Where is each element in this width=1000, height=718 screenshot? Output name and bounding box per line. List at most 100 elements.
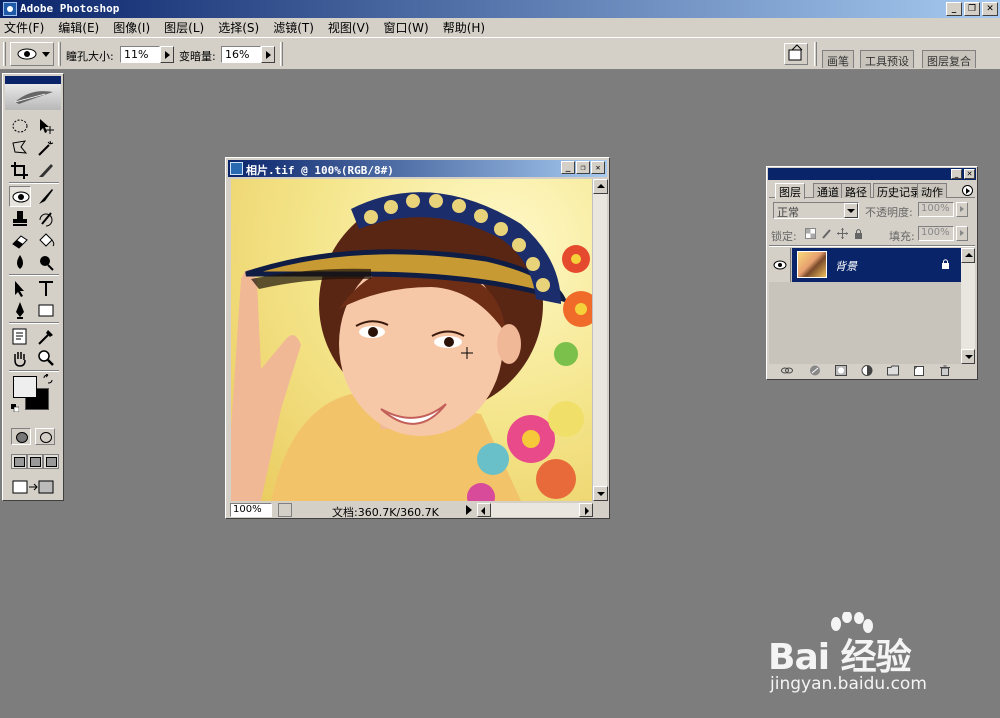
lock-image-icon[interactable] (821, 228, 832, 239)
burn-icon[interactable] (35, 252, 57, 273)
fill-field[interactable]: 100% (918, 226, 954, 241)
pupil-size-slider-button[interactable] (160, 46, 174, 63)
well-tab-brushes[interactable]: 画笔 (822, 50, 854, 68)
scroll-right-button[interactable] (579, 503, 593, 517)
status-info-icon[interactable] (278, 503, 292, 517)
layer-style-icon[interactable] (809, 365, 821, 376)
tab-layers[interactable]: 图层 (775, 183, 805, 199)
trash-icon[interactable] (939, 365, 951, 376)
lock-position-icon[interactable] (837, 228, 848, 239)
pupil-size-field[interactable]: 11% (120, 46, 160, 63)
opacity-field[interactable]: 100% (918, 202, 954, 217)
menu-edit[interactable]: 编辑(E) (58, 19, 99, 36)
jump-to-imageready-button[interactable] (11, 478, 55, 496)
lock-all-icon[interactable] (853, 228, 864, 239)
menu-help[interactable]: 帮助(H) (443, 19, 485, 36)
tab-channels[interactable]: 通道 (813, 183, 843, 199)
rectangle-icon[interactable] (35, 300, 57, 321)
crop-icon[interactable] (9, 160, 31, 181)
full-screen-mode-button[interactable] (43, 454, 59, 469)
eyedropper-icon[interactable] (35, 326, 57, 347)
menu-view[interactable]: 视图(V) (328, 19, 370, 36)
image-canvas[interactable] (231, 179, 592, 501)
tab-paths[interactable]: 路径 (841, 183, 871, 199)
history-brush-icon[interactable] (35, 208, 57, 229)
layer-mask-icon[interactable] (835, 365, 847, 376)
path-selection-icon[interactable] (9, 278, 31, 299)
adjustment-layer-icon[interactable] (861, 365, 873, 376)
eraser-icon[interactable] (9, 230, 31, 251)
layer-name[interactable]: 背景 (835, 258, 857, 274)
status-menu-arrow-icon[interactable] (466, 505, 472, 515)
doc-close-button[interactable]: ✕ (591, 161, 605, 174)
default-colors-icon[interactable] (11, 404, 19, 412)
palette-minimize-button[interactable]: _ (951, 169, 962, 179)
photoshop-feather-logo[interactable] (5, 84, 61, 110)
zoom-level-field[interactable]: 100% (230, 503, 272, 517)
doc-minimize-button[interactable]: _ (561, 161, 575, 174)
notes-icon[interactable] (9, 326, 31, 347)
menu-filter[interactable]: 滤镜(T) (273, 19, 314, 36)
clone-stamp-icon[interactable] (9, 208, 31, 229)
well-tab-layer-comps[interactable]: 图层复合 (922, 50, 976, 68)
layers-scrollbar[interactable] (961, 248, 975, 364)
layers-scroll-down-button[interactable] (961, 349, 975, 364)
foreground-color-swatch[interactable] (13, 376, 37, 398)
hand-icon[interactable] (9, 348, 31, 369)
close-button[interactable]: ✕ (982, 2, 998, 16)
fill-slider-button[interactable] (956, 226, 968, 241)
vertical-scrollbar[interactable] (592, 179, 608, 501)
menu-layer[interactable]: 图层(L) (164, 19, 204, 36)
options-grip[interactable] (3, 42, 6, 66)
palette-close-button[interactable]: ✕ (964, 169, 975, 179)
magic-wand-icon[interactable] (35, 138, 57, 159)
well-tab-tool-presets[interactable]: 工具预设 (860, 50, 914, 68)
document-statusbar: 100% 文档:360.7K/360.7K (228, 502, 607, 519)
menu-file[interactable]: 文件(F) (4, 19, 44, 36)
paint-bucket-icon[interactable] (35, 230, 57, 251)
link-layers-icon[interactable] (781, 365, 793, 376)
standard-screen-mode-button[interactable] (11, 454, 27, 469)
minimize-button[interactable]: _ (946, 2, 962, 16)
blend-mode-select[interactable]: 正常 (773, 202, 859, 219)
swap-colors-icon[interactable] (43, 374, 53, 384)
full-screen-menu-mode-button[interactable] (27, 454, 43, 469)
scroll-up-button[interactable] (593, 179, 608, 194)
elliptical-marquee-icon[interactable] (9, 116, 31, 137)
darken-amount-field[interactable]: 16% (221, 46, 261, 63)
move-icon[interactable] (35, 116, 57, 137)
toolbox-header[interactable] (5, 76, 61, 84)
palette-well-icon[interactable] (784, 43, 808, 65)
pen-icon[interactable] (9, 300, 31, 321)
document-titlebar[interactable]: 相片.tif @ 100%(RGB/8#) _ ❐ ✕ (228, 160, 607, 177)
new-layer-icon[interactable] (913, 365, 925, 376)
menu-window[interactable]: 窗口(W) (383, 19, 428, 36)
layers-palette-titlebar[interactable]: _ ✕ (768, 168, 976, 180)
scroll-left-button[interactable] (477, 503, 491, 517)
tool-preset-picker[interactable] (10, 42, 54, 66)
darken-amount-slider-button[interactable] (261, 46, 275, 63)
opacity-slider-button[interactable] (956, 202, 968, 217)
slice-icon[interactable] (35, 160, 57, 181)
type-icon[interactable] (35, 278, 57, 299)
scroll-down-button[interactable] (593, 486, 608, 501)
layers-scroll-up-button[interactable] (961, 248, 975, 263)
zoom-icon[interactable] (35, 348, 57, 369)
brush-icon[interactable] (35, 186, 57, 207)
doc-maximize-button[interactable]: ❐ (576, 161, 590, 174)
quick-mask-mode-button[interactable] (35, 428, 55, 445)
blur-icon[interactable] (9, 252, 31, 273)
red-eye-icon[interactable] (9, 186, 31, 207)
layer-visibility-toggle[interactable] (769, 248, 791, 282)
menu-select[interactable]: 选择(S) (218, 19, 259, 36)
menu-image[interactable]: 图像(I) (113, 19, 150, 36)
lock-transparency-icon[interactable] (805, 228, 816, 239)
layer-set-folder-icon[interactable] (887, 365, 899, 376)
tab-actions[interactable]: 动作 (917, 183, 947, 199)
horizontal-scrollbar[interactable] (477, 503, 593, 517)
polygonal-lasso-icon[interactable] (9, 138, 31, 159)
standard-mode-button[interactable] (11, 428, 31, 445)
layer-row-background[interactable]: 背景 (769, 248, 961, 282)
restore-button[interactable]: ❐ (964, 2, 980, 16)
palette-menu-icon[interactable] (962, 185, 973, 196)
